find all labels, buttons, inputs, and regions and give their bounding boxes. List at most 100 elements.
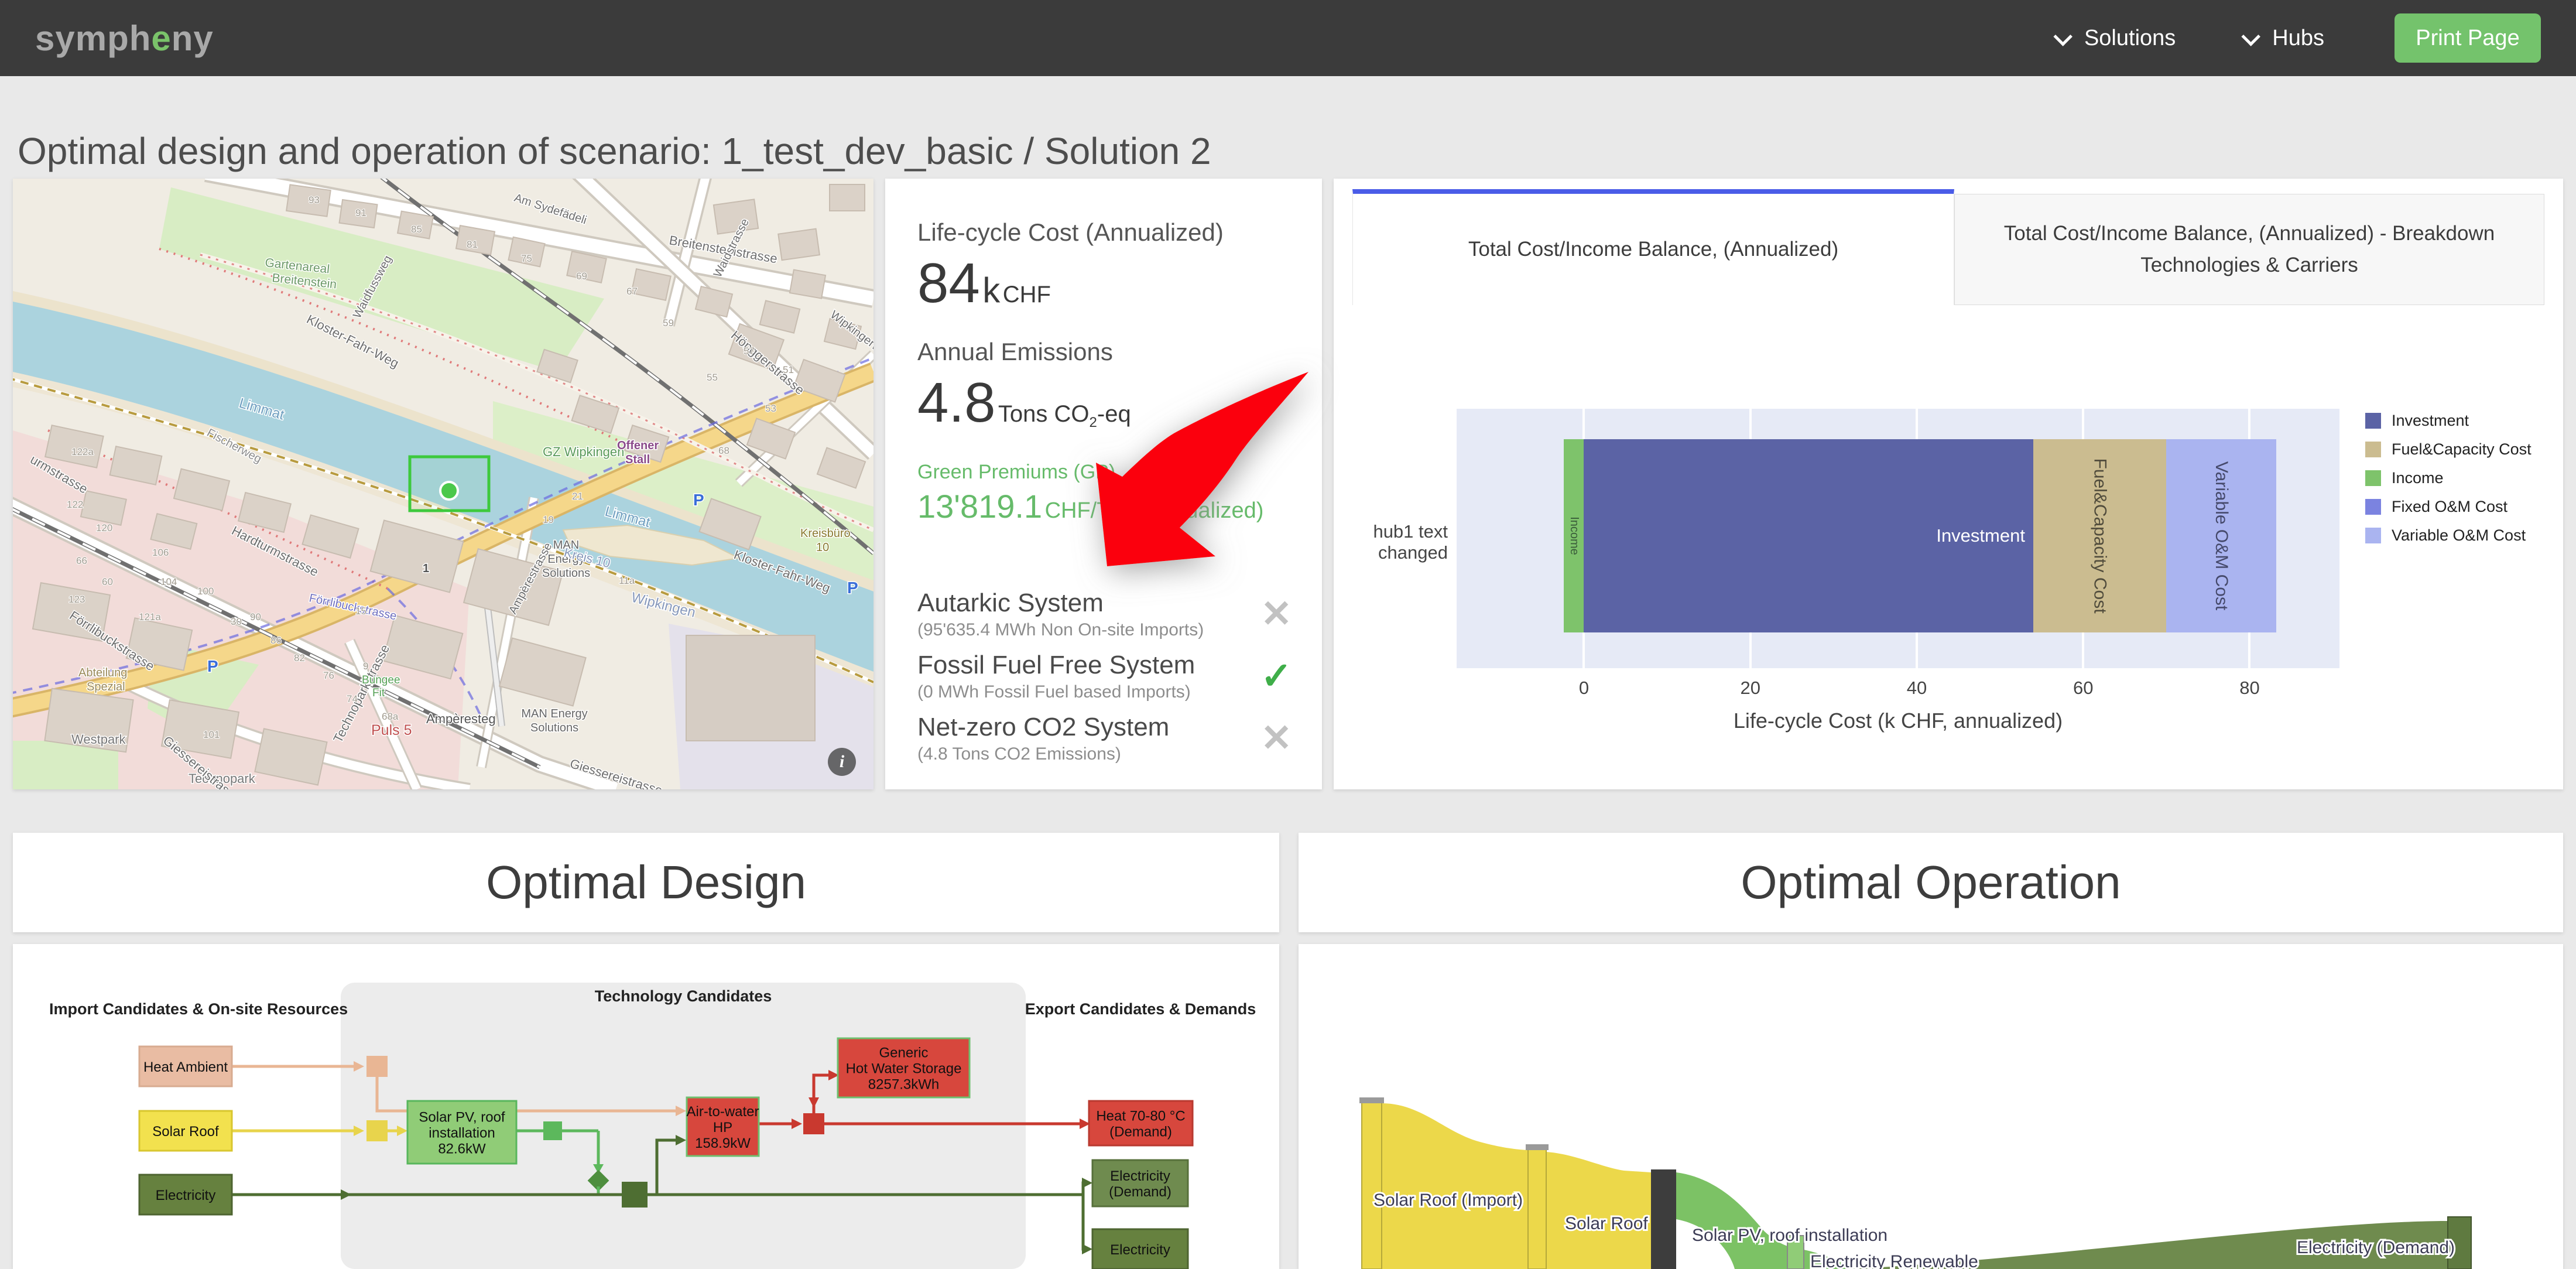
svg-text:121a: 121a <box>139 611 161 622</box>
svg-text:Electricity (Demand): Electricity (Demand) <box>2297 1238 2455 1257</box>
design-node-hp[interactable]: Air-to-waterHP158.9kW <box>686 1097 759 1156</box>
svg-text:Heat Ambient: Heat Ambient <box>143 1059 228 1075</box>
svg-text:(Demand): (Demand) <box>1109 1184 1171 1200</box>
svg-text:68: 68 <box>718 445 729 456</box>
svg-text:Import Candidates & On-site Re: Import Candidates & On-site Resources <box>49 1000 348 1018</box>
svg-text:91: 91 <box>355 207 366 218</box>
svg-text:10: 10 <box>816 541 829 554</box>
map-panel[interactable]: LimmatLimmatGartenarealBreitensteinBreit… <box>13 179 873 789</box>
nav-hubs[interactable]: Hubs <box>2246 26 2324 51</box>
svg-text:21: 21 <box>572 491 583 502</box>
bar-segment-variable-o-m-cost[interactable]: Variable O&M Cost <box>2166 439 2276 632</box>
green-premiums-block: Green Premiums (GP) 13'819.1 CHF/Ton (An… <box>917 461 1263 525</box>
nav-solutions[interactable]: Solutions <box>2058 26 2176 51</box>
print-page-button[interactable]: Print Page <box>2395 13 2541 63</box>
map-hub-marker[interactable] <box>440 482 458 500</box>
green-premiums-label: Green Premiums (GP) <box>917 461 1263 484</box>
node-solar-pv[interactable] <box>1651 1169 1676 1269</box>
svg-text:GZ Wipkingen: GZ Wipkingen <box>543 444 624 459</box>
svg-text:Export Candidates & Demands: Export Candidates & Demands <box>1025 1000 1256 1018</box>
legend-item[interactable]: Fuel&Capacity Cost <box>2365 440 2532 459</box>
app-logo[interactable]: sympheny <box>35 18 214 59</box>
map-attribution-icon[interactable]: i <box>828 748 856 776</box>
node-solar-roof[interactable] <box>1528 1149 1546 1269</box>
operation-sankey-panel: Solar Roof (Import) Solar Roof Solar PV, r… <box>1299 944 2563 1269</box>
bar-segment-income[interactable]: Income <box>1564 439 1584 632</box>
svg-text:Solar PV, roof installation: Solar PV, roof installation <box>1692 1226 1888 1245</box>
legend-item[interactable]: Fixed O&M Cost <box>2365 498 2532 516</box>
system-row-3: Net-zero CO2 System (4.8 Tons CO2 Emissi… <box>917 713 1292 764</box>
tab-total-cost-balance[interactable]: Total Cost/Income Balance, (Annualized) <box>1352 189 1954 305</box>
node-cap <box>1526 1144 1549 1150</box>
page-title: Optimal design and operation of scenario… <box>18 129 1211 173</box>
chart-legend: Investment Fuel&Capacity Cost Income Fix… <box>2365 412 2532 555</box>
design-node-elec-export[interactable]: Electricity <box>1092 1229 1188 1269</box>
svg-text:Solar Roof: Solar Roof <box>1565 1214 1648 1233</box>
annual-emissions-label: Annual Emissions <box>917 338 1131 366</box>
nav-hubs-label: Hubs <box>2272 26 2324 51</box>
svg-text:Solutions: Solutions <box>530 721 578 734</box>
annual-emissions-value: 4.8 Tons CO2-eq <box>917 371 1131 435</box>
x-tick-label: 60 <box>2073 678 2093 699</box>
design-node-solar-pv[interactable]: Solar PV, roofinstallation82.6kW <box>407 1101 516 1164</box>
sankey-diagram[interactable]: Solar Roof (Import) Solar Roof Solar PV, r… <box>1299 944 2563 1269</box>
design-node-elec-demand[interactable]: Electricity(Demand) <box>1092 1160 1188 1206</box>
chart-category-label: hub1 text changed <box>1334 521 1448 563</box>
svg-text:69: 69 <box>576 271 587 282</box>
bar-segment-label: Variable O&M Cost <box>2211 461 2231 611</box>
stacked-bar-plot[interactable]: IncomeInvestmentFuel&Capacity Cost Variab… <box>1457 409 2339 668</box>
energy-flow-diagram[interactable]: Import Candidates & On-site ResourcesTec… <box>13 944 1279 1269</box>
svg-text:1: 1 <box>423 562 429 575</box>
legend-label: Fixed O&M Cost <box>2392 498 2508 516</box>
green-premiums-value: 13'819.1 CHF/Ton (Annualized) <box>917 487 1263 525</box>
x-tick-label: 40 <box>1907 678 1927 699</box>
legend-label: Variable O&M Cost <box>2392 526 2526 545</box>
design-node-solar-roof[interactable]: Solar Roof <box>139 1111 232 1151</box>
svg-text:Ampèresteg: Ampèresteg <box>426 712 496 726</box>
node-cap <box>1359 1097 1384 1103</box>
svg-text:(Demand): (Demand) <box>1109 1124 1172 1140</box>
design-node-storage[interactable]: GenericHot Water Storage8257.3kWh <box>838 1038 970 1097</box>
legend-item[interactable]: Income <box>2365 469 2532 487</box>
x-tick-label: 80 <box>2239 678 2259 699</box>
svg-text:66: 66 <box>76 555 87 566</box>
chevron-down-icon <box>2053 27 2073 46</box>
operation-section-title: Optimal Operation <box>1741 856 2121 909</box>
legend-label: Income <box>2392 469 2444 487</box>
svg-text:15: 15 <box>355 606 366 617</box>
design-diagram-panel: Import Candidates & On-site ResourcesTec… <box>13 944 1279 1269</box>
node-solar-roof-import[interactable] <box>1362 1102 1382 1269</box>
design-node-heat-demand[interactable]: Heat 70-80 °C(Demand) <box>1089 1101 1193 1145</box>
svg-text:Solar PV, roof: Solar PV, roof <box>419 1110 505 1126</box>
svg-text:51: 51 <box>783 364 794 375</box>
cross-icon: ✕ <box>1260 716 1292 760</box>
cross-icon: ✕ <box>1260 592 1292 636</box>
openstreetmap-view[interactable]: LimmatLimmatGartenarealBreitensteinBreit… <box>13 179 873 789</box>
tab-cost-breakdown[interactable]: Total Cost/Income Balance, (Annualized) … <box>1954 194 2544 305</box>
legend-item[interactable]: Investment <box>2365 412 2532 430</box>
design-node-heat-ambient[interactable]: Heat Ambient <box>139 1046 232 1086</box>
bar-segment-investment[interactable]: Investment <box>1584 439 2033 632</box>
svg-text:P: P <box>693 491 704 509</box>
svg-text:85: 85 <box>411 224 422 235</box>
svg-text:Solar Roof (Import): Solar Roof (Import) <box>1373 1191 1523 1210</box>
design-node-electricity-in[interactable]: Electricity <box>139 1175 232 1215</box>
svg-text:57: 57 <box>744 346 755 357</box>
svg-text:Westpark: Westpark <box>71 732 126 747</box>
svg-text:76: 76 <box>323 670 334 681</box>
lifecycle-cost-block: Life-cycle Cost (Annualized) 84 k CHF <box>917 218 1224 316</box>
svg-text:Electricity: Electricity <box>1110 1168 1170 1184</box>
svg-text:P: P <box>207 657 218 675</box>
system-name: Autarkic System <box>917 589 1292 618</box>
svg-text:9: 9 <box>363 661 368 672</box>
svg-text:Fit: Fit <box>372 687 385 699</box>
svg-text:Solar Roof: Solar Roof <box>152 1124 219 1140</box>
svg-text:60: 60 <box>102 576 113 587</box>
svg-text:HP: HP <box>713 1120 732 1135</box>
bar-segment-fuel-capacity-cost[interactable]: Fuel&Capacity Cost <box>2033 439 2166 632</box>
svg-text:11a: 11a <box>619 575 635 586</box>
x-tick-label: 20 <box>1740 678 1760 699</box>
svg-text:8257.3kWh: 8257.3kWh <box>868 1077 939 1093</box>
kpi-panel: Life-cycle Cost (Annualized) 84 k CHF An… <box>885 179 1322 789</box>
legend-item[interactable]: Variable O&M Cost <box>2365 526 2532 545</box>
